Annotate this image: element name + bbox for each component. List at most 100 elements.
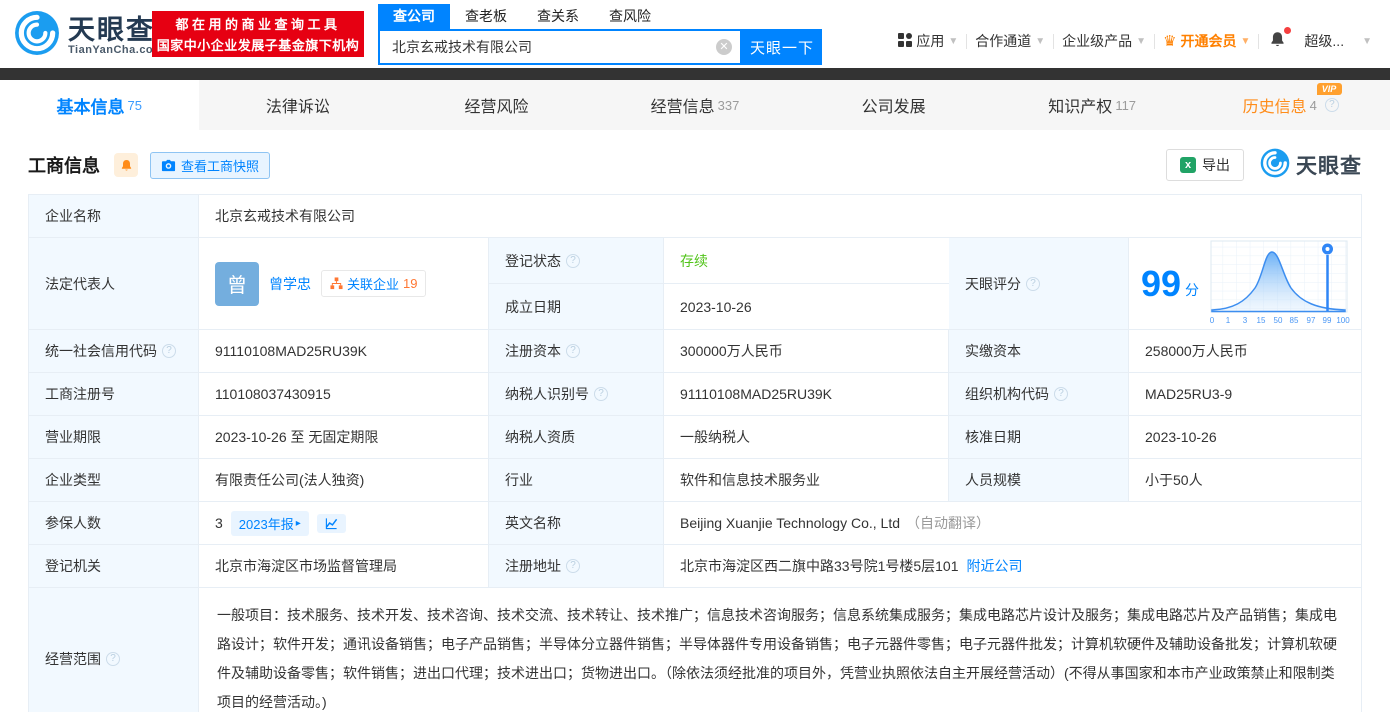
search-area: 查公司 查老板 查关系 查风险 ✕ 天眼一下 xyxy=(378,4,822,65)
search-tab-relation[interactable]: 查关系 xyxy=(522,4,594,29)
promo-line1: 都在用的商业查询工具 xyxy=(175,17,341,32)
chevron-down-icon: ▼ xyxy=(948,35,959,47)
svg-text:97: 97 xyxy=(1307,316,1316,325)
svg-text:85: 85 xyxy=(1290,316,1299,325)
chevron-down-icon: ▼ xyxy=(1035,35,1046,47)
table-row: 参保人数 3 2023年报 ▸ 英文名称 Beijing Xuanjie Tec… xyxy=(29,502,1361,545)
tab-legal[interactable]: 法律诉讼 xyxy=(199,80,398,130)
score-unit: 分 xyxy=(1185,281,1200,298)
search-tabs: 查公司 查老板 查关系 查风险 xyxy=(378,4,822,29)
score-distribution-chart: 0 1 3 15 50 85 97 99 100 xyxy=(1209,238,1351,329)
nav-vip-label: 开通会员 xyxy=(1180,33,1237,49)
registered-capital-value: 300000万人民币 xyxy=(664,330,949,372)
nav-partner-channel[interactable]: 合作通道 ▼ xyxy=(967,31,1053,51)
help-icon[interactable]: ? xyxy=(566,559,580,573)
business-term-label: 营业期限 xyxy=(29,416,199,458)
address-cell: 北京市海淀区西二旗中路33号院1号楼5层101 附近公司 xyxy=(664,545,1361,587)
reg-number-label: 工商注册号 xyxy=(29,373,199,415)
trend-chart-button[interactable] xyxy=(316,513,346,533)
chevron-down-icon: ▼ xyxy=(1240,35,1251,47)
business-scope-value: 一般项目：技术服务、技术开发、技术咨询、技术交流、技术转让、技术推广；信息技术咨… xyxy=(217,607,1337,710)
tab-company-development[interactable]: 公司发展 xyxy=(794,80,993,130)
help-icon[interactable]: ? xyxy=(106,652,120,666)
tab-history-info[interactable]: VIP 历史信息 4 ? xyxy=(1191,80,1390,130)
related-count: 19 xyxy=(403,276,418,291)
search-tab-company[interactable]: 查公司 xyxy=(378,4,450,29)
company-type-label: 企业类型 xyxy=(29,459,199,501)
english-name-cell: Beijing Xuanjie Technology Co., Ltd （自动翻… xyxy=(664,502,1361,544)
promo-line2: 国家中小企业发展子基金旗下机构 xyxy=(156,38,360,53)
crown-icon: ♛ xyxy=(1163,33,1177,50)
legal-rep-label: 法定代表人 xyxy=(29,238,199,329)
help-icon[interactable]: ? xyxy=(162,344,176,358)
dark-strip xyxy=(0,68,1390,80)
english-name-value: Beijing Xuanjie Technology Co., Ltd xyxy=(680,515,901,531)
reg-status-label: 登记状态 ? xyxy=(489,238,664,283)
svg-text:0: 0 xyxy=(1210,316,1215,325)
nav-apps[interactable]: 应用 ▼ xyxy=(890,31,966,51)
view-snapshot-button[interactable]: 查看工商快照 xyxy=(150,151,271,179)
help-icon[interactable]: ? xyxy=(566,344,580,358)
table-subrow: 成立日期 2023-10-26 xyxy=(489,284,949,329)
score-value: 99 xyxy=(1141,262,1182,304)
nav-open-vip[interactable]: ♛ 开通会员 ▼ xyxy=(1155,31,1258,51)
search-tab-risk[interactable]: 查风险 xyxy=(594,4,666,29)
section-header: 工商信息 查看工商快照 x 导出 天眼查 xyxy=(28,148,1362,182)
search-button[interactable]: 天眼一下 xyxy=(742,29,822,65)
nav-enterprise-products[interactable]: 企业级产品 ▼ xyxy=(1054,31,1154,51)
score-cell: 99 分 0 1 3 15 50 85 97 99 100 xyxy=(1129,238,1361,329)
tab-operation-info[interactable]: 经营信息 337 xyxy=(596,80,795,130)
taxpayer-quality-label: 纳税人资质 xyxy=(489,416,664,458)
search-tab-boss[interactable]: 查老板 xyxy=(450,4,522,29)
business-term-value: 2023-10-26 至 无固定期限 xyxy=(199,416,489,458)
svg-text:15: 15 xyxy=(1257,316,1266,325)
help-icon[interactable]: ? xyxy=(1026,276,1040,291)
section-title: 工商信息 xyxy=(28,156,100,176)
tab-label: 历史信息 xyxy=(1242,99,1307,116)
arrow-right-icon: ▸ xyxy=(295,517,301,529)
help-icon[interactable]: ? xyxy=(594,387,608,401)
company-type-value: 有限责任公司(法人独资) xyxy=(199,459,489,501)
avatar[interactable]: 曾 xyxy=(215,261,259,306)
top-header: 天眼查 TianYanCha.com 都在用的商业查询工具 国家中小企业发展子基… xyxy=(0,0,1390,68)
notifications-bell[interactable] xyxy=(1259,27,1296,51)
nearby-companies-link[interactable]: 附近公司 xyxy=(967,556,1023,576)
tab-label: 公司发展 xyxy=(861,99,926,116)
annual-report-pill[interactable]: 2023年报 ▸ xyxy=(230,510,309,536)
registry-label: 登记机关 xyxy=(29,545,199,587)
svg-text:100: 100 xyxy=(1336,316,1350,325)
taxpayer-quality-value: 一般纳税人 xyxy=(664,416,949,458)
reg-status-value: 存续 xyxy=(680,252,708,269)
monitor-bell-button[interactable] xyxy=(114,153,138,177)
export-button[interactable]: x 导出 xyxy=(1166,149,1244,181)
legal-rep-cell: 曾 曾学忠 关联企业 19 xyxy=(199,238,489,329)
header-nav: 应用 ▼ 合作通道 ▼ 企业级产品 ▼ ♛ 开通会员 ▼ 超级... ▼ xyxy=(890,27,1380,51)
tab-basic-info[interactable]: 基本信息 75 xyxy=(0,80,199,130)
table-row: 统一社会信用代码? 91110108MAD25RU39K 注册资本? 30000… xyxy=(29,330,1361,373)
related-companies-badge[interactable]: 关联企业 19 xyxy=(321,270,427,297)
clear-search-icon[interactable]: ✕ xyxy=(716,39,732,55)
tianyancha-logo[interactable]: 天眼查 TianYanCha.com xyxy=(14,10,163,61)
nav-partner-label: 合作通道 xyxy=(975,33,1032,49)
insured-count-cell: 3 2023年报 ▸ xyxy=(199,502,489,544)
registered-capital-label: 注册资本? xyxy=(489,330,664,372)
tab-operation-risk[interactable]: 经营风险 xyxy=(397,80,596,130)
registry-value: 北京市海淀区市场监督管理局 xyxy=(199,545,489,587)
legal-rep-link[interactable]: 曾学忠 xyxy=(269,274,311,294)
nav-account-label: 超级... xyxy=(1304,33,1345,49)
grid-icon xyxy=(898,32,913,50)
paid-capital-label: 实缴资本 xyxy=(949,330,1129,372)
help-icon[interactable]: ? xyxy=(1054,387,1068,401)
excel-icon: x xyxy=(1180,157,1196,173)
help-icon[interactable]: ? xyxy=(566,253,580,268)
search-input[interactable] xyxy=(378,29,742,65)
taxpayer-id-value: 91110108MAD25RU39K xyxy=(664,373,949,415)
tab-intellectual-property[interactable]: 知识产权 117 xyxy=(993,80,1192,130)
approval-date-value: 2023-10-26 xyxy=(1145,429,1217,445)
watermark-label: 天眼查 xyxy=(1296,155,1362,178)
industry-label: 行业 xyxy=(489,459,664,501)
svg-text:50: 50 xyxy=(1274,316,1283,325)
tab-label: 知识产权 xyxy=(1048,99,1113,116)
help-icon[interactable]: ? xyxy=(1324,98,1339,112)
nav-account[interactable]: 超级... ▼ xyxy=(1296,31,1380,51)
